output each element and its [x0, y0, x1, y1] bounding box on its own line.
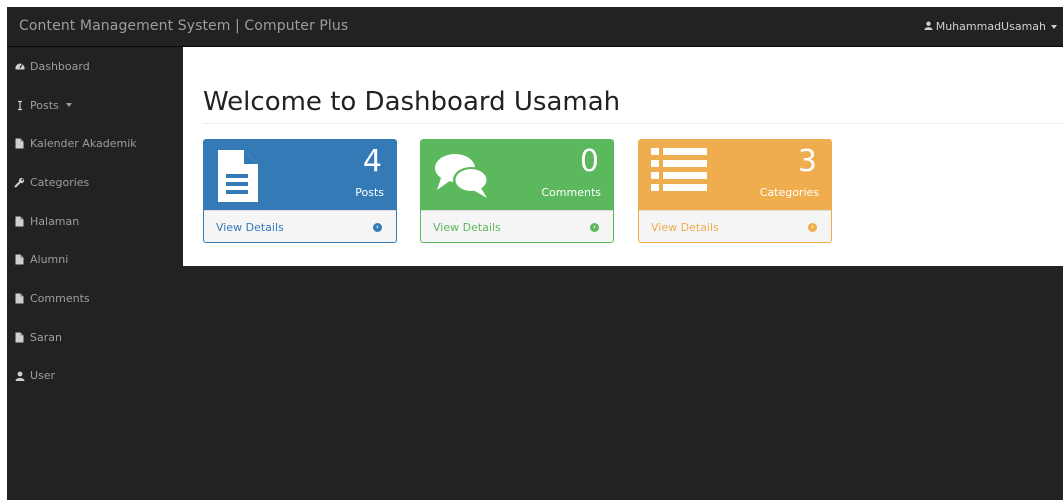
file-icon [14, 254, 25, 265]
sidebar-item-label: Categories [30, 175, 90, 189]
caret-down-icon [65, 103, 72, 108]
sidebar-item-label: Kalender Akademik [30, 137, 137, 151]
sidebar-item-label: Saran [30, 330, 62, 344]
sidebar-item-label: Posts [30, 98, 59, 112]
sidebar-item-label: Alumni [30, 253, 69, 267]
sidebar-item-posts[interactable]: Posts [7, 86, 183, 125]
sidebar-item-alumni[interactable]: Alumni [7, 240, 183, 279]
sidebar-item-categories[interactable]: Categories [7, 163, 183, 202]
view-details-label: View Details [433, 221, 501, 234]
sidebar-item-label: User [30, 369, 56, 383]
brand-title[interactable]: Content Management System | Computer Plu… [19, 18, 348, 34]
view-details-label: View Details [651, 221, 719, 234]
user-name: MuhammadUsamah [935, 20, 1046, 33]
sidebar-item-label: Dashboard [30, 59, 90, 73]
list-icon [649, 146, 709, 200]
main-content: Welcome to Dashboard Usamah 4 Posts View… [183, 47, 1063, 266]
sidebar-item-label: Comments [30, 291, 90, 305]
user-icon [924, 20, 933, 33]
dashboard-icon [14, 61, 25, 71]
arrow-circle-right-icon: › [373, 223, 382, 232]
sidebar-item-label: Halaman [30, 214, 80, 228]
categories-caption: Categories [759, 186, 819, 199]
user-menu-dropdown[interactable]: MuhammadUsamah [924, 20, 1057, 33]
posts-icon [14, 100, 25, 111]
posts-count: 4 [362, 144, 382, 179]
sidebar-item-kalender-akademik[interactable]: Kalender Akademik [7, 124, 183, 163]
document-icon [214, 146, 262, 208]
comments-caption: Comments [541, 186, 601, 199]
categories-panel-heading: 3 Categories [639, 140, 831, 210]
view-details-label: View Details [216, 221, 284, 234]
comments-count: 0 [579, 144, 599, 179]
categories-panel: 3 Categories View Details › [638, 139, 832, 243]
sidebar: Dashboard Posts Kalender Akademik Catego… [7, 47, 183, 500]
sidebar-item-saran[interactable]: Saran [7, 318, 183, 357]
sidebar-item-halaman[interactable]: Halaman [7, 202, 183, 241]
sidebar-item-comments[interactable]: Comments [7, 279, 183, 318]
caret-down-icon [1051, 24, 1057, 29]
sidebar-item-dashboard[interactable]: Dashboard [7, 47, 183, 86]
comments-icon [431, 146, 493, 208]
posts-panel: 4 Posts View Details › [203, 139, 397, 243]
sidebar-item-user[interactable]: User [7, 357, 183, 396]
user-icon [14, 371, 25, 381]
posts-panel-heading: 4 Posts [204, 140, 396, 210]
comments-panel: 0 Comments View Details › [420, 139, 614, 243]
wrench-icon [14, 177, 25, 188]
app-window: Content Management System | Computer Plu… [7, 7, 1063, 500]
categories-count: 3 [797, 144, 817, 179]
file-icon [14, 332, 25, 343]
comments-panel-heading: 0 Comments [421, 140, 613, 210]
posts-view-details-link[interactable]: View Details › [204, 210, 396, 242]
categories-view-details-link[interactable]: View Details › [639, 210, 831, 242]
comments-view-details-link[interactable]: View Details › [421, 210, 613, 242]
title-divider [203, 123, 1063, 124]
arrow-circle-right-icon: › [590, 223, 599, 232]
arrow-circle-right-icon: › [808, 223, 817, 232]
file-icon [14, 216, 25, 227]
file-icon [14, 293, 25, 304]
top-navbar: Content Management System | Computer Plu… [7, 7, 1063, 47]
page-title: Welcome to Dashboard Usamah [203, 87, 621, 117]
file-icon [14, 138, 25, 149]
posts-caption: Posts [355, 186, 384, 199]
